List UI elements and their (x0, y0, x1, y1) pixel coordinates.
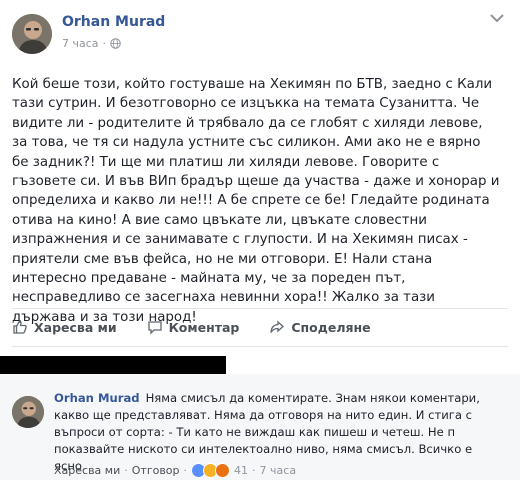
reactions-count[interactable]: 41 (234, 464, 248, 477)
comment-like-link[interactable]: Харесва ми (54, 464, 120, 477)
share-button[interactable]: Споделяне (269, 319, 371, 335)
comment-author-name[interactable]: Orhan Murad (54, 391, 140, 405)
like-button[interactable]: Харесва ми (12, 319, 117, 335)
divider (12, 308, 508, 309)
commenter-avatar[interactable] (12, 396, 44, 428)
speech-bubble-icon (147, 321, 162, 335)
post-actions-bar: Харесва ми Коментар Споделяне (12, 314, 508, 340)
post-timestamp[interactable]: 7 часа (62, 37, 99, 50)
comment-label: Коментар (168, 319, 240, 335)
chevron-down-icon[interactable] (490, 14, 504, 22)
separator-dot: · (102, 37, 107, 50)
comment-actions: Харесва ми · Отговор · 41 · 7 часа (54, 463, 296, 478)
divider (12, 346, 508, 347)
thumbs-up-icon (13, 320, 27, 334)
comment-reply-link[interactable]: Отговор (132, 464, 180, 477)
reactions-icons[interactable] (191, 463, 231, 478)
author-avatar[interactable] (12, 14, 52, 54)
separator-dot: · (124, 464, 128, 477)
comment-timestamp[interactable]: 7 часа (260, 464, 297, 477)
share-arrow-icon (270, 320, 285, 333)
redaction-bar (0, 356, 226, 374)
like-label: Харесва ми (34, 319, 117, 335)
post-meta: 7 часа · (62, 37, 121, 50)
share-label: Споделяне (291, 319, 371, 335)
separator-dot: · (252, 464, 256, 477)
angry-reaction-icon (215, 463, 231, 478)
globe-icon[interactable] (110, 38, 121, 49)
facebook-post: Orhan Murad 7 часа · Кой беше този, койт… (0, 0, 520, 480)
post-body-text: Кой беше този, който гостуваше на Хекимя… (12, 77, 500, 325)
separator-dot: · (183, 464, 188, 477)
comment-button[interactable]: Коментар (147, 319, 240, 335)
post-author-name[interactable]: Orhan Murad (62, 14, 165, 30)
